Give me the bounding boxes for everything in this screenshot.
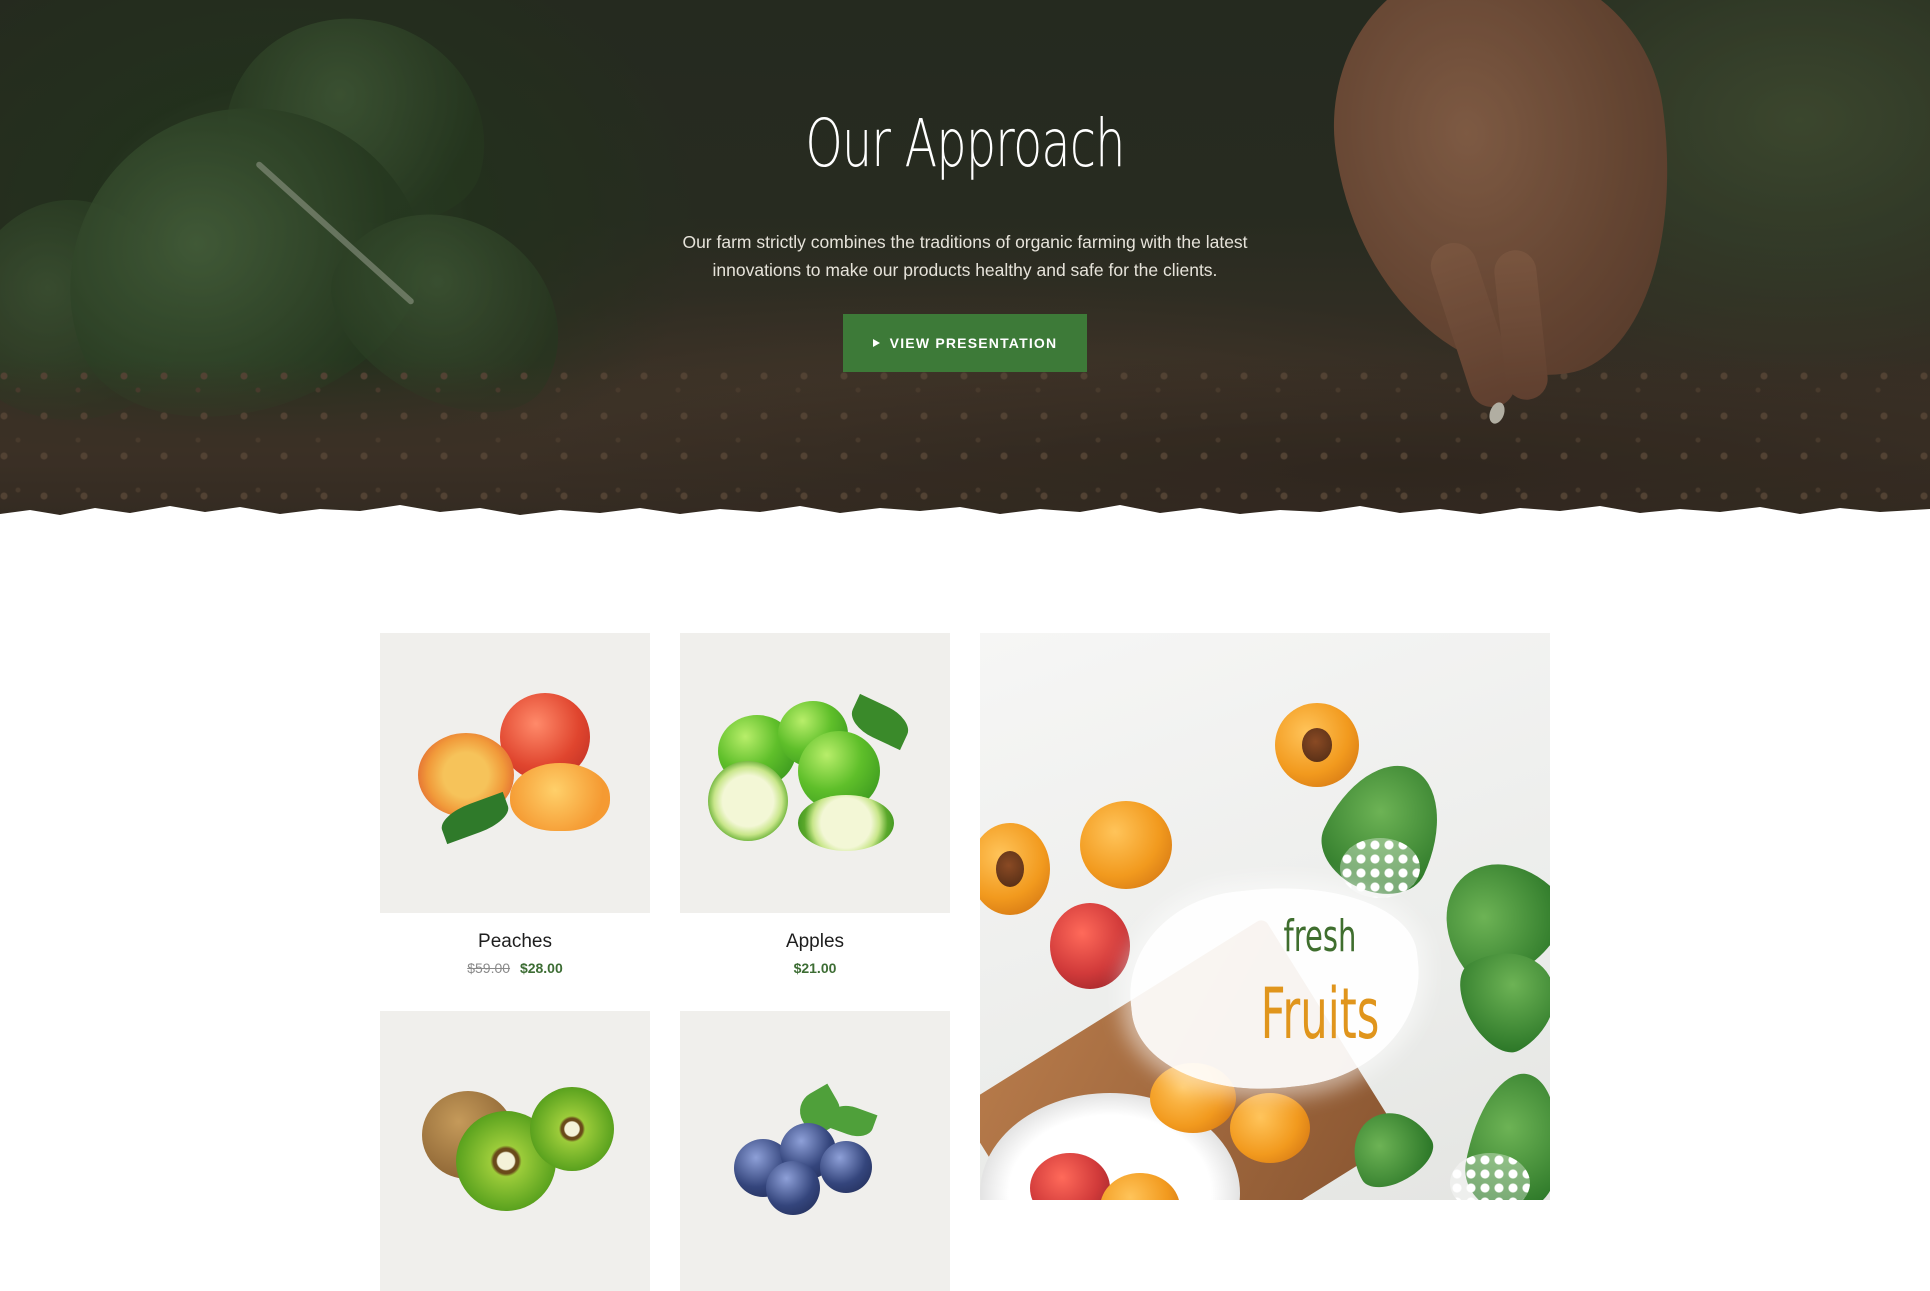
peach-slice-shape xyxy=(510,763,610,831)
product-image-apples[interactable] xyxy=(680,633,950,913)
play-icon xyxy=(872,339,880,347)
apricot-half-shape xyxy=(1275,703,1359,787)
product-image-peaches[interactable] xyxy=(380,633,650,913)
product-name[interactable]: Peaches xyxy=(380,931,650,953)
hero-section: Our Approach Our farm strictly combines … xyxy=(0,0,1930,540)
fresh-fruits-banner[interactable]: fresh Fruits xyxy=(980,633,1550,1200)
product-card-blueberries[interactable] xyxy=(680,1011,950,1291)
banner-title-fruits: Fruits xyxy=(1260,973,1380,1055)
apricot-shape xyxy=(1080,801,1172,889)
blueberry-shape xyxy=(820,1141,872,1193)
apple-half-shape xyxy=(708,761,788,841)
product-sale-price: $28.00 xyxy=(519,960,563,976)
product-card-peaches[interactable]: Peaches $59.00 $28.00 xyxy=(380,633,650,976)
view-presentation-label: VIEW PRESENTATION xyxy=(889,335,1058,351)
product-name[interactable]: Apples xyxy=(680,931,950,953)
apple-half-shape xyxy=(798,795,894,851)
hero-description: Our farm strictly combines the tradition… xyxy=(682,232,1248,280)
hero-title: Our Approach xyxy=(805,105,1125,182)
product-image-blueberries[interactable] xyxy=(680,1011,950,1291)
product-sale-price: $21.00 xyxy=(793,960,837,976)
flower-shape xyxy=(1340,838,1420,898)
torn-paper-edge xyxy=(0,505,1930,546)
view-presentation-button[interactable]: VIEW PRESENTATION xyxy=(843,314,1087,372)
product-image-kiwi[interactable] xyxy=(380,1011,650,1291)
apricot-half-shape xyxy=(980,823,1050,915)
product-card-apples[interactable]: Apples $21.00 xyxy=(680,633,950,976)
banner-title-fresh: fresh xyxy=(1283,911,1357,962)
blueberry-shape xyxy=(766,1161,820,1215)
apricot-shape xyxy=(1230,1093,1310,1163)
product-price: $59.00 $28.00 xyxy=(380,960,650,976)
product-price: $21.00 xyxy=(680,960,950,976)
kiwi-half-shape xyxy=(530,1087,614,1171)
product-old-price: $59.00 xyxy=(467,960,511,976)
product-card-kiwi[interactable] xyxy=(380,1011,650,1291)
